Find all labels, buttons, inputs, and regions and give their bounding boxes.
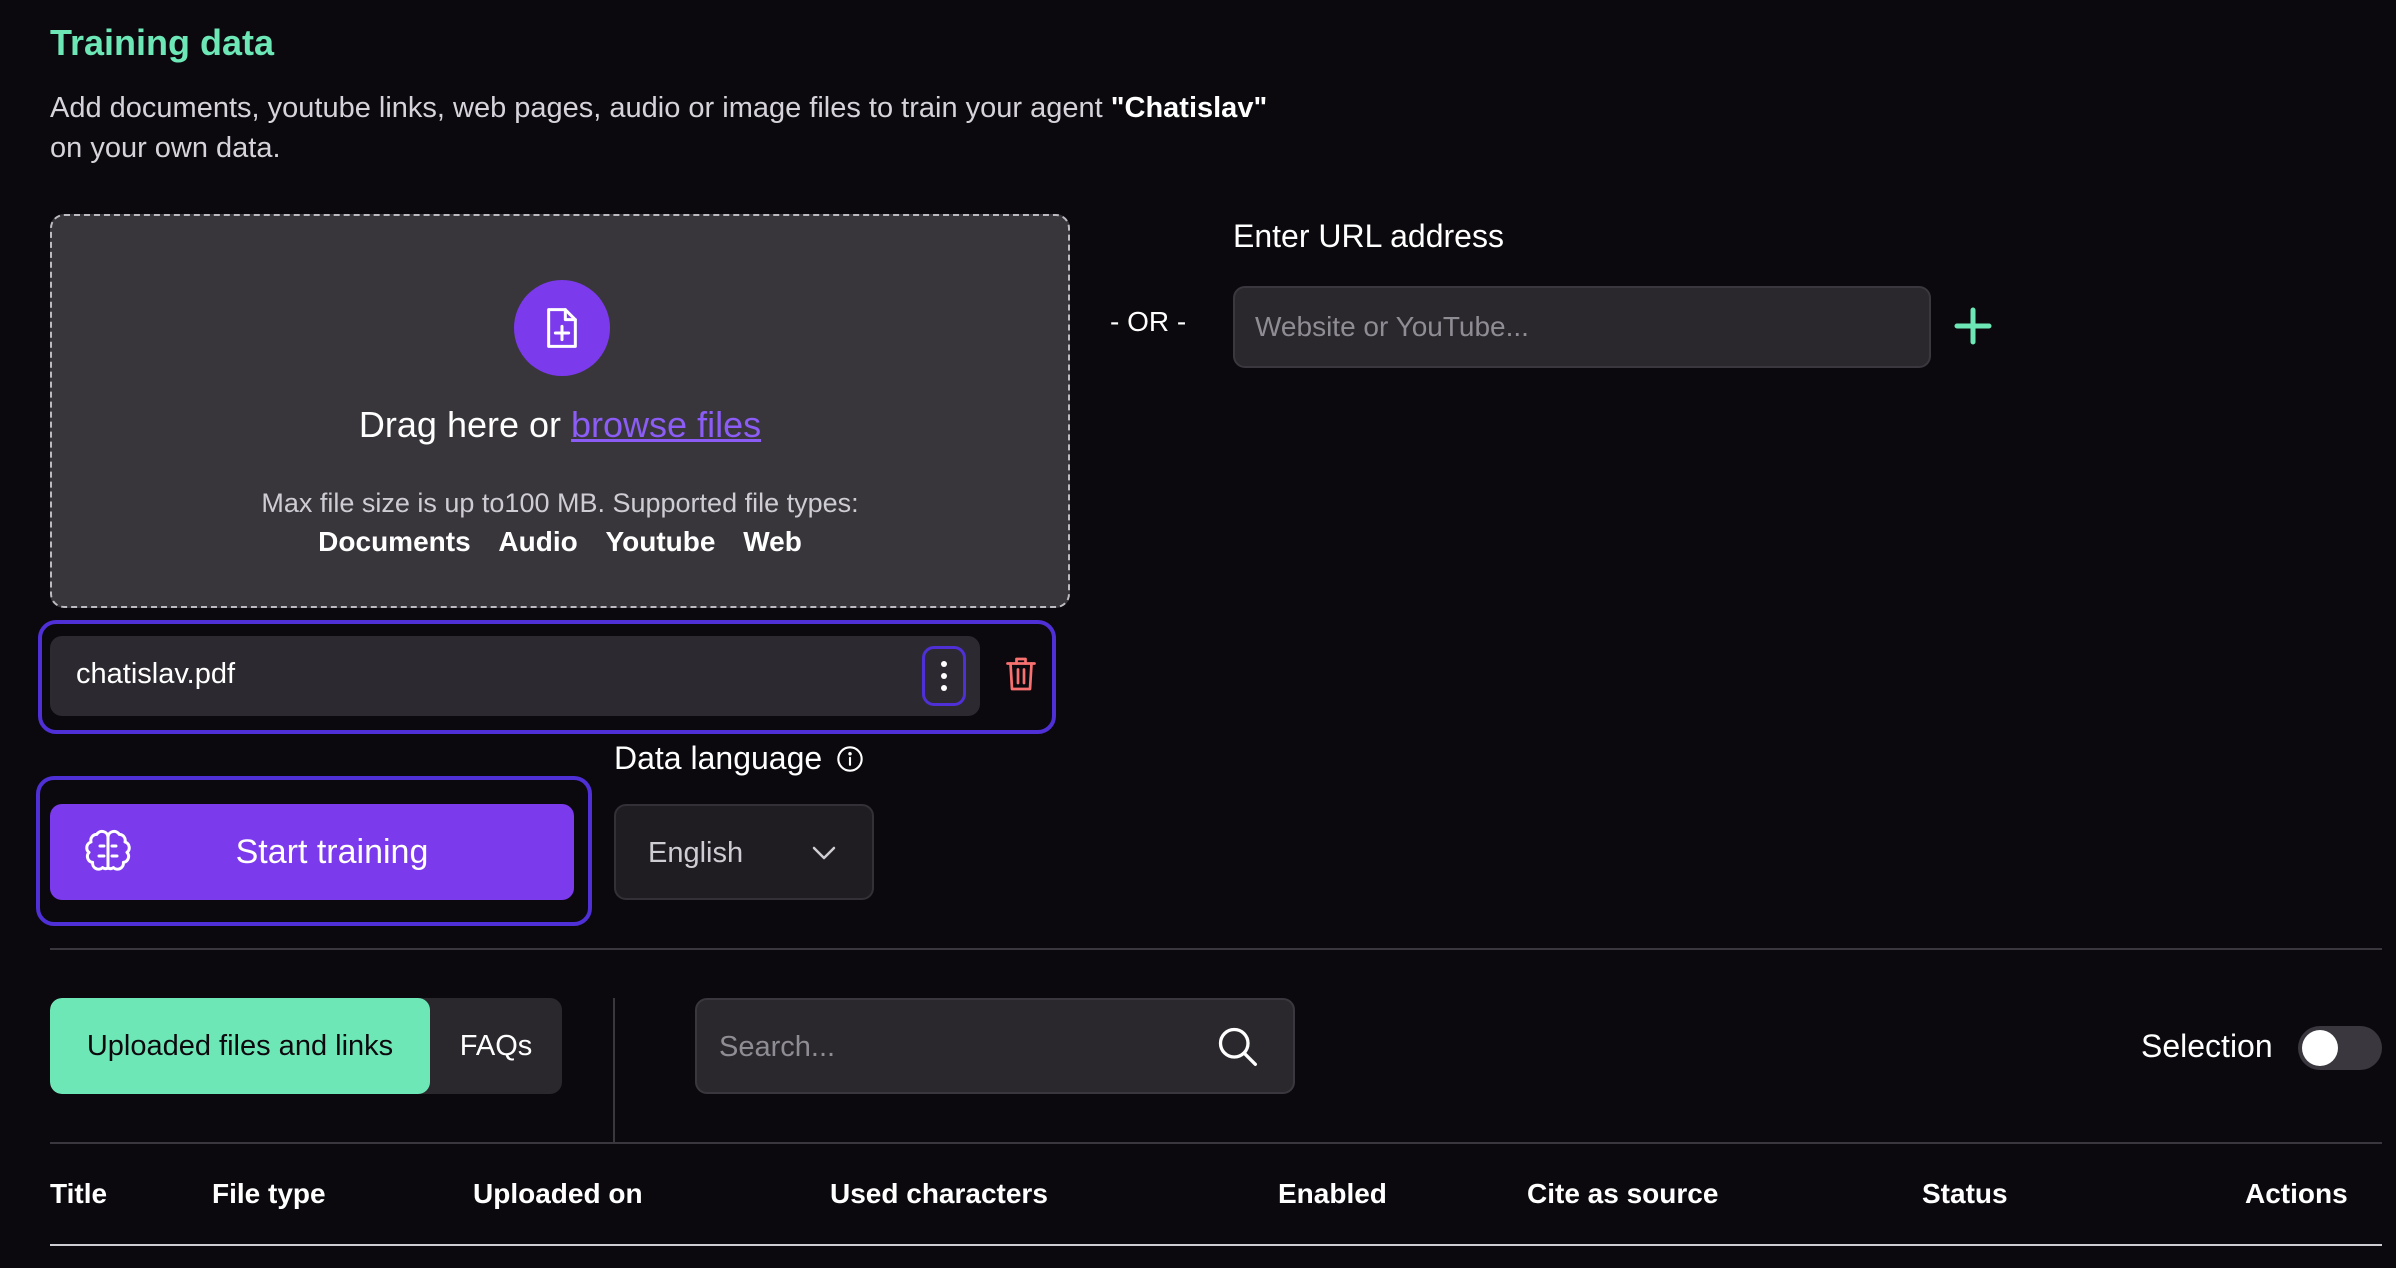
page-description: Add documents, youtube links, web pages,… — [50, 88, 1350, 168]
file-dropzone[interactable]: Drag here or browse files Max file size … — [50, 214, 1070, 608]
column-header-title[interactable]: Title — [50, 1178, 107, 1210]
selection-toggle[interactable] — [2298, 1026, 2382, 1070]
or-separator: - OR - — [1110, 306, 1187, 337]
file-options-button[interactable] — [922, 646, 966, 706]
selected-language: English — [648, 837, 744, 869]
selection-label: Selection — [2141, 1028, 2273, 1064]
column-header-cite-as-source[interactable]: Cite as source — [1527, 1178, 1718, 1210]
agent-name: "Chatislav" — [1110, 92, 1268, 124]
search-icon[interactable] — [1215, 1024, 1259, 1068]
search-input[interactable] — [717, 1020, 1201, 1074]
column-header-actions[interactable]: Actions — [2245, 1178, 2348, 1210]
tab-faqs[interactable]: FAQs — [430, 998, 562, 1094]
add-url-button[interactable] — [1950, 300, 1996, 352]
file-type-documents: Documents — [318, 526, 471, 557]
content-tabs: Uploaded files and links FAQs — [50, 998, 562, 1094]
trash-icon — [1006, 657, 1036, 691]
column-header-file-type[interactable]: File type — [212, 1178, 326, 1210]
url-input[interactable] — [1233, 286, 1931, 368]
start-training-label: Start training — [235, 833, 429, 871]
info-icon[interactable] — [836, 745, 864, 773]
column-header-uploaded-on[interactable]: Uploaded on — [473, 1178, 643, 1210]
page-title: Training data — [50, 22, 275, 63]
file-name: chatislav.pdf — [76, 658, 236, 690]
plus-icon — [1954, 307, 1992, 345]
description-prefix: Add documents, youtube links, web pages,… — [50, 92, 1111, 124]
column-header-status[interactable]: Status — [1922, 1178, 2008, 1210]
description-suffix: on your own data. — [50, 132, 281, 164]
data-language-text: Data language — [614, 740, 823, 776]
drag-prompt: Drag here or browse files — [52, 404, 1068, 446]
data-language-label: Data language — [614, 740, 864, 777]
tab-uploaded-files-and-links[interactable]: Uploaded files and links — [50, 998, 430, 1094]
toggle-knob — [2302, 1030, 2338, 1066]
file-add-icon — [514, 280, 610, 376]
drag-text: Drag here or — [358, 404, 572, 445]
file-type-web: Web — [743, 526, 802, 557]
url-label: Enter URL address — [1233, 218, 1504, 254]
kebab-dot-icon — [941, 673, 947, 679]
toolbar-divider — [613, 998, 615, 1142]
delete-file-button[interactable] — [1003, 654, 1039, 694]
table-top-divider — [50, 1142, 2382, 1144]
chevron-down-icon — [812, 846, 836, 860]
file-type-youtube: Youtube — [605, 526, 716, 557]
column-header-enabled[interactable]: Enabled — [1278, 1178, 1387, 1210]
data-language-select[interactable]: English — [614, 804, 874, 900]
section-divider — [50, 948, 2382, 950]
kebab-dot-icon — [941, 661, 947, 667]
search-box — [695, 998, 1295, 1094]
supported-file-types: Documents Audio Youtube Web — [52, 526, 1068, 558]
column-header-used-characters[interactable]: Used characters — [830, 1178, 1048, 1210]
kebab-dot-icon — [941, 685, 947, 691]
file-type-audio: Audio — [498, 526, 578, 557]
max-file-size-note: Max file size is up to100 MB. Supported … — [261, 488, 859, 518]
start-training-button[interactable]: Start training — [50, 804, 574, 900]
uploaded-file-item[interactable]: chatislav.pdf — [50, 636, 980, 716]
table-header-divider — [50, 1244, 2382, 1246]
browse-files-link[interactable]: browse files — [571, 404, 761, 445]
